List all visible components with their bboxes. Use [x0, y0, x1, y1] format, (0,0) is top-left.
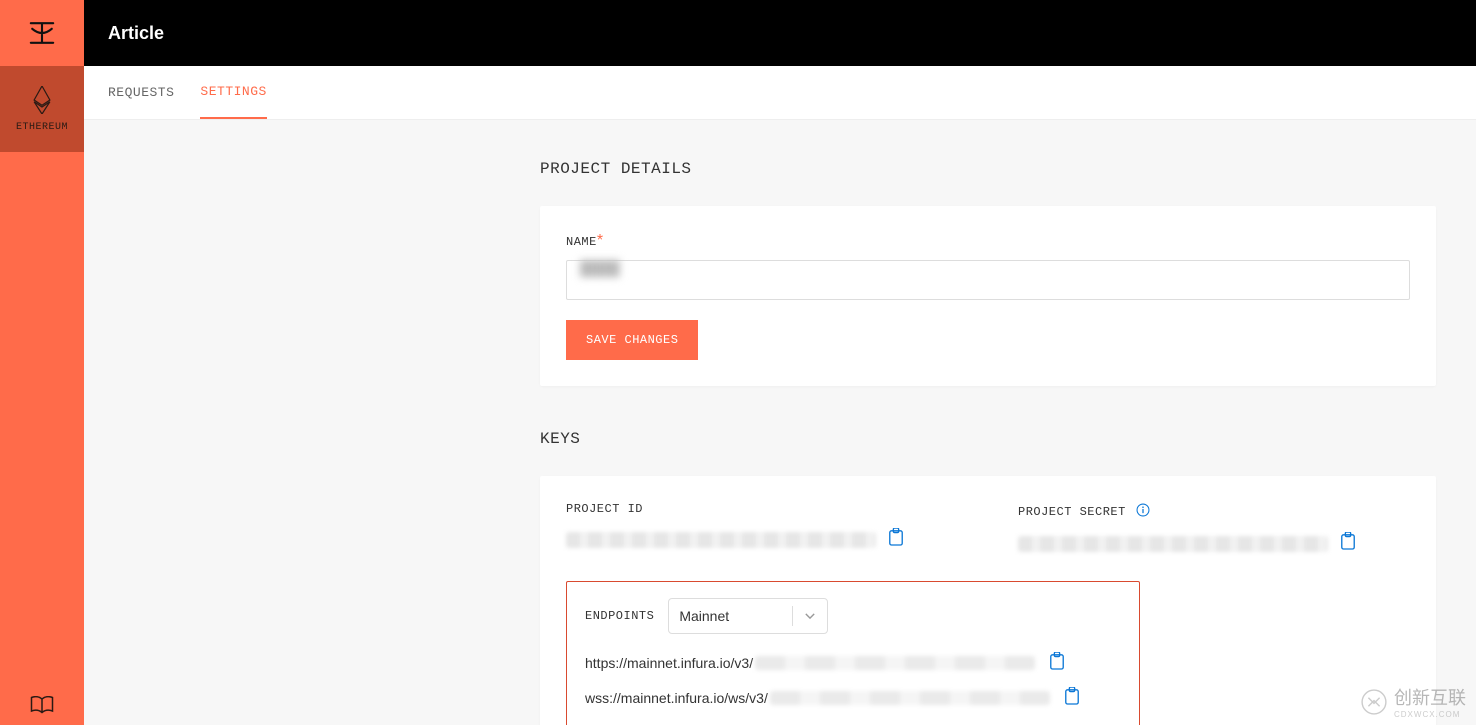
endpoints-highlight-box: ENDPOINTS Mainnet https://mainnet.infura…	[566, 581, 1140, 725]
network-select-value: Mainnet	[679, 608, 729, 624]
save-changes-button[interactable]: SAVE CHANGES	[566, 320, 698, 360]
sidebar-item-ethereum[interactable]: ETHEREUM	[0, 66, 84, 152]
sidebar-item-label: ETHEREUM	[16, 122, 68, 133]
main-content: PROJECT DETAILS NAME* ████ SAVE CHANGES …	[84, 120, 1476, 725]
tabs-row: REQUESTS SETTINGS	[84, 66, 1476, 120]
project-id-value-redacted	[566, 532, 876, 548]
copy-project-id-button[interactable]	[888, 528, 904, 551]
name-label: NAME	[566, 235, 597, 249]
name-field: NAME* ████	[566, 232, 1410, 300]
tab-requests[interactable]: REQUESTS	[108, 67, 174, 118]
endpoint-https-row: https://mainnet.infura.io/v3/	[585, 652, 1121, 673]
network-select[interactable]: Mainnet	[668, 598, 828, 634]
clipboard-icon	[1049, 652, 1065, 670]
keys-grid: PROJECT ID PROJECT SECRET	[566, 502, 1410, 555]
endpoint-wss-id-redacted	[770, 691, 1050, 705]
clipboard-icon	[1340, 532, 1356, 550]
endpoint-wss-row: wss://mainnet.infura.io/ws/v3/	[585, 687, 1121, 708]
tab-settings[interactable]: SETTINGS	[200, 66, 266, 119]
clipboard-icon	[888, 528, 904, 546]
ethereum-icon	[32, 86, 52, 114]
copy-endpoint-wss-button[interactable]	[1064, 687, 1080, 708]
project-secret-info-button[interactable]	[1136, 503, 1150, 517]
endpoints-label: ENDPOINTS	[585, 609, 654, 623]
project-id-block: PROJECT ID	[566, 502, 958, 555]
project-secret-label: PROJECT SECRET	[1018, 505, 1126, 519]
endpoint-https-prefix: https://mainnet.infura.io/v3/	[585, 655, 753, 671]
sidebar-bottom-docs[interactable]	[0, 685, 84, 725]
info-icon	[1136, 503, 1150, 517]
project-secret-block: PROJECT SECRET	[1018, 502, 1410, 555]
name-input[interactable]	[566, 260, 1410, 300]
project-details-card: NAME* ████ SAVE CHANGES	[540, 206, 1436, 386]
project-id-label: PROJECT ID	[566, 502, 958, 516]
endpoint-wss-prefix: wss://mainnet.infura.io/ws/v3/	[585, 690, 768, 706]
copy-project-secret-button[interactable]	[1340, 532, 1356, 555]
keys-heading: KEYS	[540, 430, 1436, 448]
endpoint-https-id-redacted	[755, 656, 1035, 670]
project-secret-value-redacted	[1018, 536, 1328, 552]
infura-logo-icon	[28, 19, 56, 47]
project-details-heading: PROJECT DETAILS	[540, 160, 1436, 178]
select-divider	[792, 606, 793, 626]
page-title: Article	[108, 23, 164, 44]
required-star: *	[597, 232, 603, 249]
keys-card: PROJECT ID PROJECT SECRET	[540, 476, 1436, 725]
chevron-down-icon	[803, 609, 817, 623]
left-rail: ETHEREUM	[0, 0, 84, 725]
book-icon	[30, 696, 54, 714]
brand-logo[interactable]	[0, 0, 84, 66]
top-bar: Article	[84, 0, 1476, 66]
clipboard-icon	[1064, 687, 1080, 705]
copy-endpoint-https-button[interactable]	[1049, 652, 1065, 673]
